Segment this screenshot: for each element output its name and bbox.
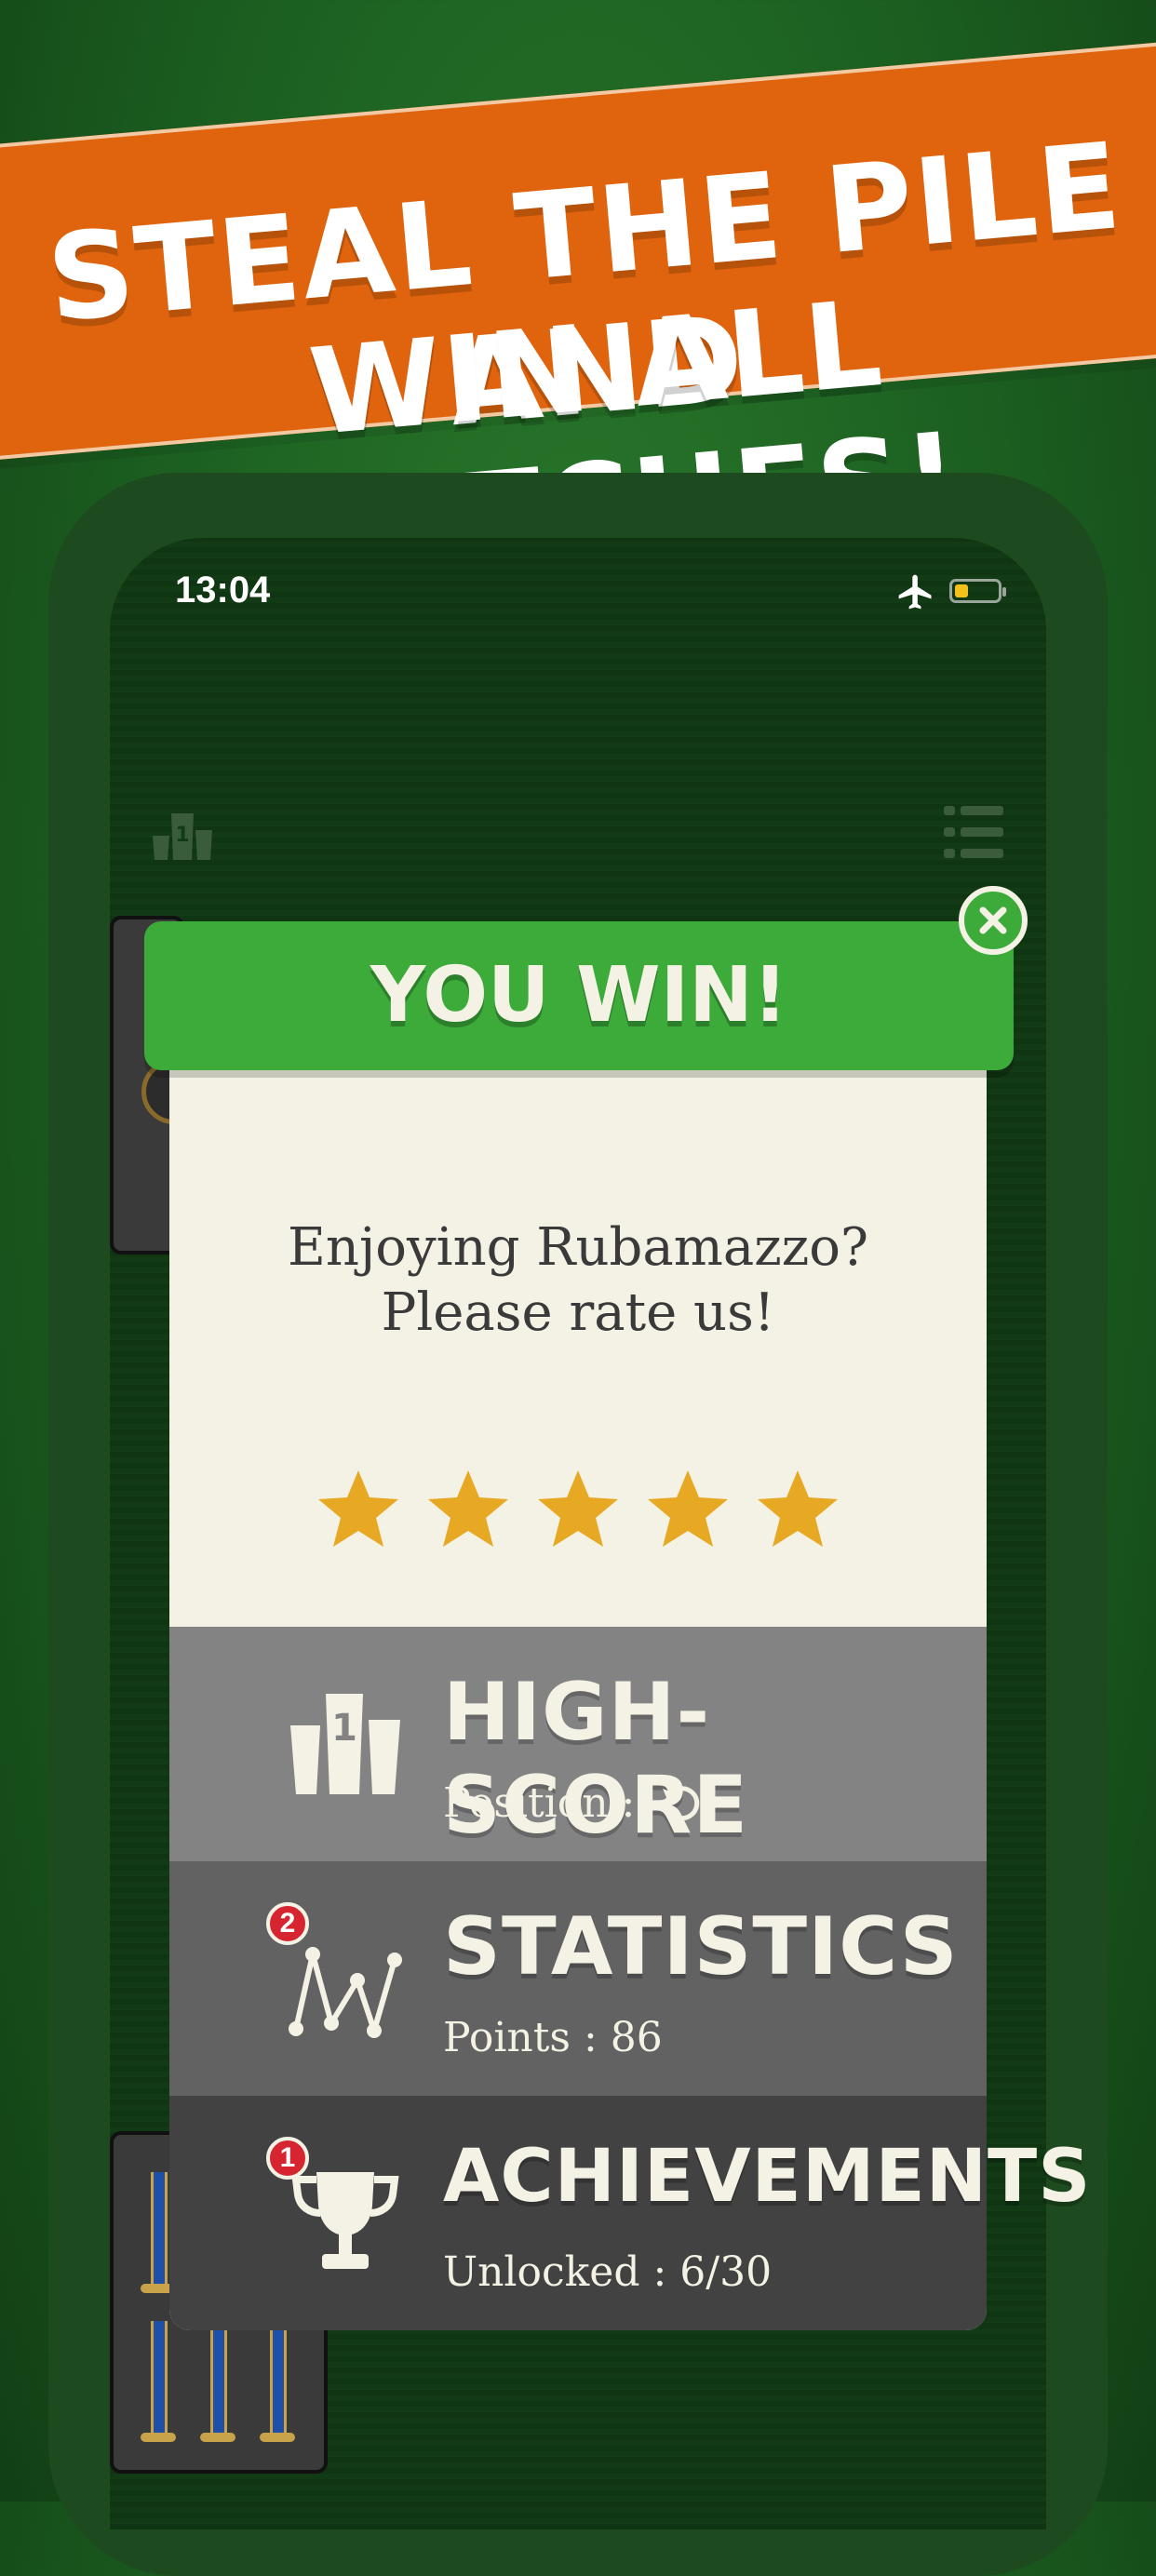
chart-icon xyxy=(289,1947,402,2038)
airplane-icon xyxy=(898,574,932,610)
win-dialog-header: YOU WIN! xyxy=(144,921,1014,1070)
menu-icon[interactable] xyxy=(944,802,1003,862)
achievements-badge: 1 xyxy=(266,2137,309,2180)
highscore-row[interactable]: 1 HIGH-SCORE Position : xyxy=(169,1627,987,1861)
statistics-subtitle: Points : 86 xyxy=(443,2014,663,2061)
rate-prompt-line-2: Please rate us! xyxy=(381,1282,775,1343)
refresh-icon xyxy=(663,1786,700,1821)
highscore-subtitle: Position : xyxy=(443,1779,704,1827)
sword-suit-icon xyxy=(200,2321,235,2442)
svg-text:1: 1 xyxy=(331,1707,357,1750)
battery-icon xyxy=(949,579,1006,603)
rate-prompt-line-1: Enjoying Rubamazzo? xyxy=(288,1217,868,1278)
achievements-row[interactable]: 1 ACHIEVEMENTS Unlocked : 6/30 xyxy=(169,2096,1090,2330)
star-icon-3[interactable] xyxy=(536,1469,620,1549)
trophy-icon xyxy=(291,2172,399,2269)
svg-text:1: 1 xyxy=(175,824,189,847)
statistics-row[interactable]: 2 STATISTICS Points : 86 xyxy=(169,1861,987,2096)
rating-stars xyxy=(316,1469,847,1552)
statistics-badge: 2 xyxy=(266,1902,309,1945)
star-icon-4[interactable] xyxy=(646,1469,730,1549)
star-icon-1[interactable] xyxy=(316,1469,400,1549)
sword-suit-icon xyxy=(141,2321,176,2442)
podium-icon: 1 xyxy=(290,1694,400,1794)
sword-suit-icon xyxy=(141,2172,176,2293)
promo-banner-background: STEAL THE PILE AND WIN ALL MATCHES! xyxy=(0,37,1156,607)
achievements-title: ACHIEVEMENTS xyxy=(443,2135,1092,2219)
statistics-title: STATISTICS xyxy=(443,1900,959,1993)
podium-icon[interactable]: 1 xyxy=(149,808,216,862)
close-icon xyxy=(979,906,1007,934)
status-icons xyxy=(895,571,1007,612)
promo-banner: STEAL THE PILE AND WIN ALL MATCHES! xyxy=(0,1,1156,607)
sword-suit-icon xyxy=(260,2321,295,2442)
star-icon-2[interactable] xyxy=(426,1469,510,1549)
close-button[interactable] xyxy=(959,886,1028,955)
win-title: YOU WIN! xyxy=(370,951,788,1040)
rate-prompt: Enjoying Rubamazzo? Please rate us! xyxy=(169,1215,987,1346)
status-time: 13:04 xyxy=(175,570,271,610)
highscore-position-label: Position : xyxy=(443,1779,636,1827)
star-icon-5[interactable] xyxy=(756,1469,840,1549)
achievements-subtitle: Unlocked : 6/30 xyxy=(443,2248,773,2296)
